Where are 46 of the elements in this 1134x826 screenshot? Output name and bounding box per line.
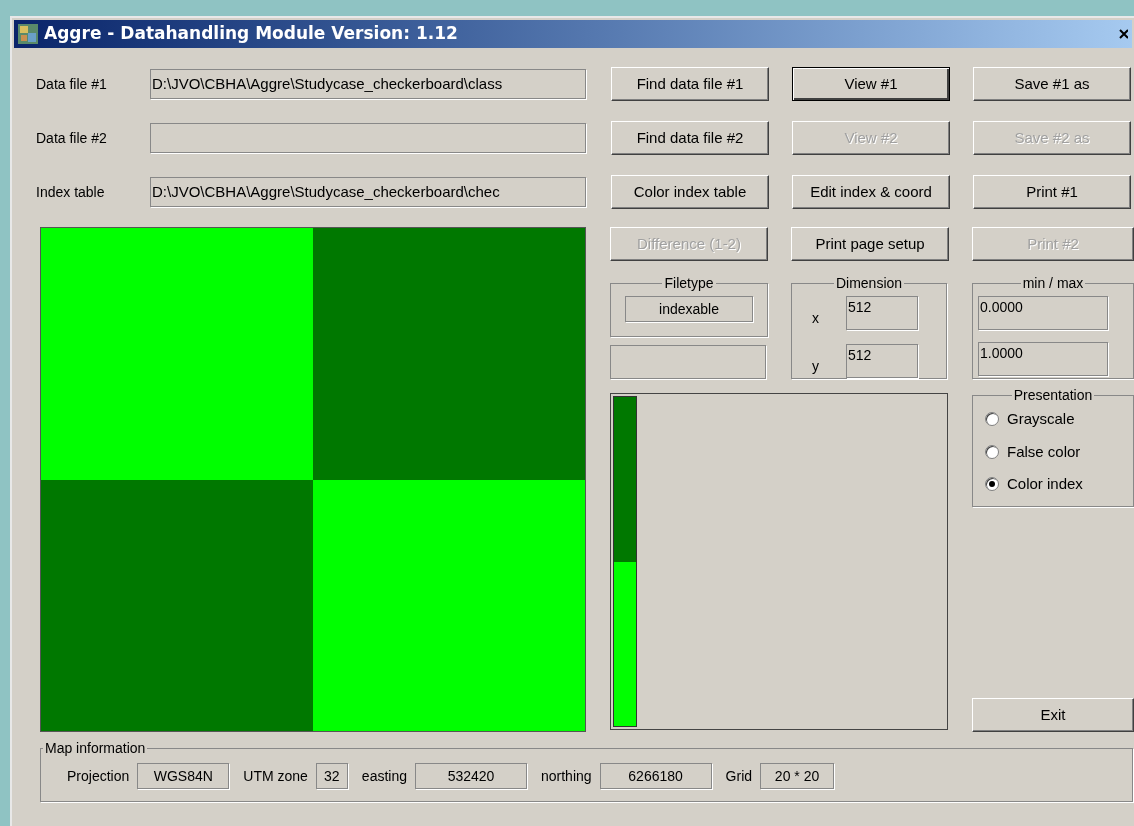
value-field: 1.0000 [978, 342, 1108, 376]
group-title: Presentation [1012, 386, 1094, 405]
axis-label: y [812, 356, 820, 376]
button[interactable]: View #1 [792, 67, 950, 101]
radio-button[interactable] [985, 412, 999, 427]
button[interactable]: Print #1 [973, 175, 1131, 209]
file-path-field[interactable]: D:\JVO\CBHA\Aggre\Studycase_checkerboard\class [150, 69, 586, 99]
button[interactable]: Print page setup [791, 227, 949, 261]
field-label: Index table [36, 182, 106, 202]
field-label: UTM zone [243, 766, 308, 786]
field-label: northing [541, 766, 592, 786]
button[interactable]: Color index table [611, 175, 769, 209]
value-field: 0.0000 [978, 296, 1108, 330]
radio-button[interactable] [985, 444, 999, 459]
field-label: easting [361, 766, 407, 786]
info-field: 6266180 [599, 763, 712, 789]
axis-label: x [812, 308, 820, 328]
field-label: Data file #1 [36, 74, 108, 94]
exit-button[interactable]: Exit [972, 698, 1134, 732]
button[interactable]: Save #1 as [973, 67, 1131, 101]
info-field: WGS84N [137, 763, 230, 789]
field-label: Projection [67, 766, 130, 786]
dimension-field: 512 [846, 344, 918, 378]
radio-option[interactable]: Grayscale [985, 408, 1121, 431]
app-icon [18, 24, 38, 44]
radio-option[interactable]: False color [985, 440, 1121, 463]
file-path-field[interactable] [150, 123, 586, 153]
button[interactable]: Edit index & coord [792, 175, 950, 209]
info-field: 32 [315, 763, 348, 789]
filetype-field: indexable [625, 296, 753, 322]
button[interactable]: Find data file #2 [611, 121, 769, 155]
field-label: Grid [725, 766, 753, 786]
close-icon[interactable] [1118, 28, 1128, 40]
info-field: 20 * 20 [760, 763, 835, 789]
group-title: Dimension [834, 274, 904, 293]
dimension-field: 512 [846, 296, 918, 330]
group-title: Filetype [663, 274, 715, 293]
field-label: Data file #2 [36, 128, 108, 148]
radio-option[interactable]: Color index [985, 473, 1121, 496]
file-path-field[interactable]: D:\JVO\CBHA\Aggre\Studycase_checkerboard\chec [150, 177, 586, 207]
info-field: 532420 [415, 763, 527, 789]
window-title: Aggre - Datahandling Module Version: 1.12 [44, 22, 458, 46]
button[interactable]: Find data file #1 [611, 67, 769, 101]
radio-button[interactable] [985, 477, 999, 492]
group-title: Map information [44, 739, 147, 758]
group-title: min / max [1021, 274, 1085, 293]
